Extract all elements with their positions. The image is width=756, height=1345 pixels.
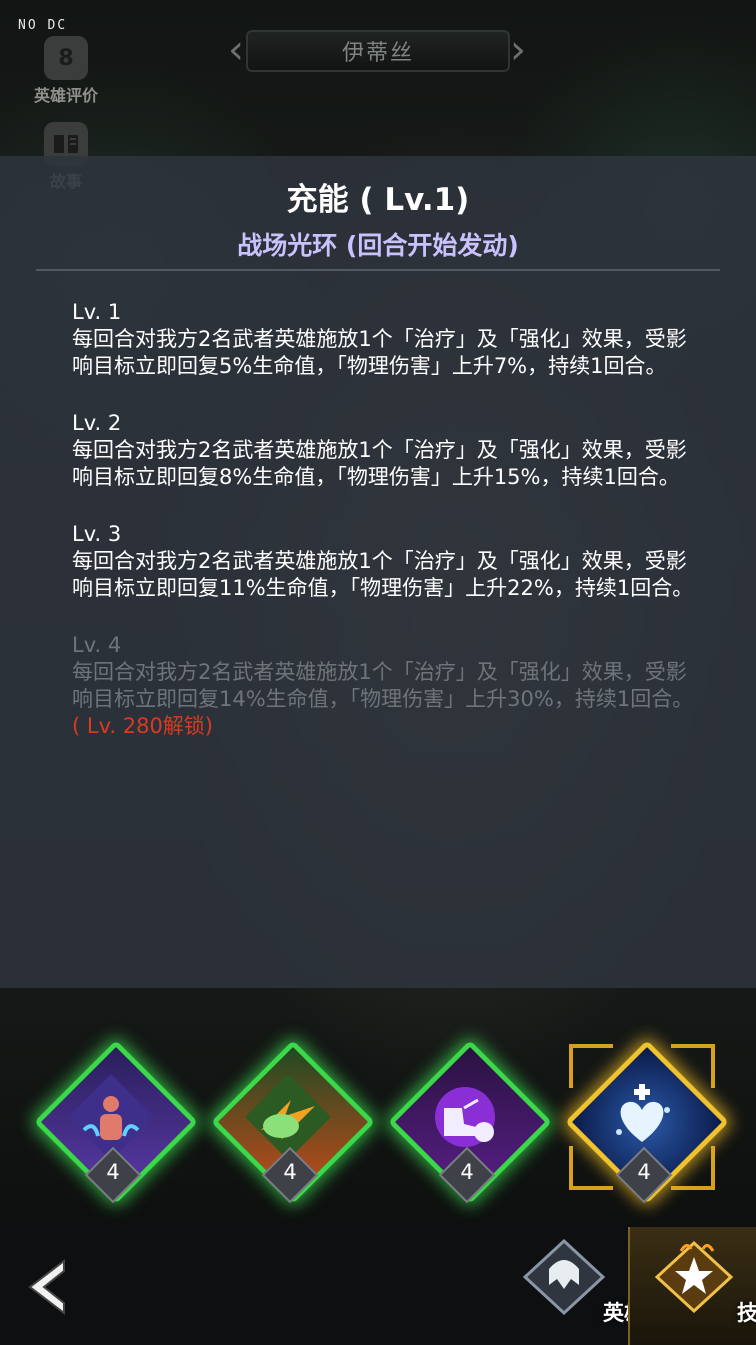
divider xyxy=(36,269,720,271)
debug-label: NO DC xyxy=(18,18,68,33)
skill-slot-2[interactable]: 4 xyxy=(210,1039,376,1205)
level-description: 每回合对我方2名武者英雄施放1个「治疗」及「强化」效果，受影响目标立即回复5%生… xyxy=(72,327,687,378)
skill-detail-panel: 充能 ( Lv.1) 战场光环 (回合开始发动) Lv. 1 每回合对我方2名武… xyxy=(0,156,756,988)
hero-name: 伊蒂丝 xyxy=(341,41,414,66)
skill-level-4-locked: Lv. 4 每回合对我方2名武者英雄施放1个「治疗」及「强化」效果，受影响目标立… xyxy=(72,632,702,740)
back-button[interactable] xyxy=(24,1257,74,1317)
level-description: 每回合对我方2名武者英雄施放1个「治疗」及「强化」效果，受影响目标立即回复14%… xyxy=(72,660,694,711)
skill-slot-1[interactable]: 4 xyxy=(33,1039,199,1205)
level-label: Lv. 2 xyxy=(72,411,122,435)
skill-level-2: Lv. 2 每回合对我方2名武者英雄施放1个「治疗」及「强化」效果，受影响目标立… xyxy=(72,410,702,491)
level-label: Lv. 3 xyxy=(72,522,122,546)
skill-level-number: 4 xyxy=(106,1160,120,1184)
tab-skill-label: 技能 xyxy=(737,1301,756,1325)
skill-type: 战场光环 (回合开始发动) xyxy=(237,231,519,260)
skill-slot-3[interactable]: 4 xyxy=(387,1039,553,1205)
tab-skill[interactable]: 技能 xyxy=(628,1227,756,1345)
level-label: Lv. 4 xyxy=(72,633,122,657)
skill-level-number: 4 xyxy=(283,1160,297,1184)
level-description: 每回合对我方2名武者英雄施放1个「治疗」及「强化」效果，受影响目标立即回复8%生… xyxy=(72,438,687,489)
skill-level-3: Lv. 3 每回合对我方2名武者英雄施放1个「治疗」及「强化」效果，受影响目标立… xyxy=(72,521,702,602)
skill-level-number: 4 xyxy=(637,1160,651,1184)
chevron-left-icon[interactable]: ‹ xyxy=(228,28,246,74)
skill-selector-row: 4 4 4 4 xyxy=(0,1039,756,1222)
skill-level-list: Lv. 1 每回合对我方2名武者英雄施放1个「治疗」及「强化」效果，受影响目标立… xyxy=(72,299,702,770)
skill-level-number: 4 xyxy=(460,1160,474,1184)
chevron-right-icon[interactable]: › xyxy=(510,28,528,74)
rating-bubble-icon: 8 xyxy=(44,36,88,80)
level-label: Lv. 1 xyxy=(72,300,122,324)
back-arrow-icon xyxy=(28,1258,65,1316)
hero-selector: ‹ 伊蒂丝 › xyxy=(228,28,528,74)
skill-slot-4-selected[interactable]: 4 xyxy=(564,1039,730,1205)
tab-hero[interactable]: 英雄 xyxy=(504,1227,645,1345)
level-description: 每回合对我方2名武者英雄施放1个「治疗」及「强化」效果，受影响目标立即回复11%… xyxy=(72,549,694,600)
skill-title: 充能 ( Lv.1) xyxy=(286,182,470,218)
skill-level-1: Lv. 1 每回合对我方2名武者英雄施放1个「治疗」及「强化」效果，受影响目标立… xyxy=(72,299,702,380)
bottom-nav: 英雄 技能 xyxy=(0,1227,756,1345)
unlock-requirement: ( Lv. 280解锁) xyxy=(72,714,213,738)
hero-rating-label: 英雄评价 xyxy=(33,86,98,105)
hero-rating-button[interactable]: 8 英雄评价 xyxy=(26,36,106,106)
